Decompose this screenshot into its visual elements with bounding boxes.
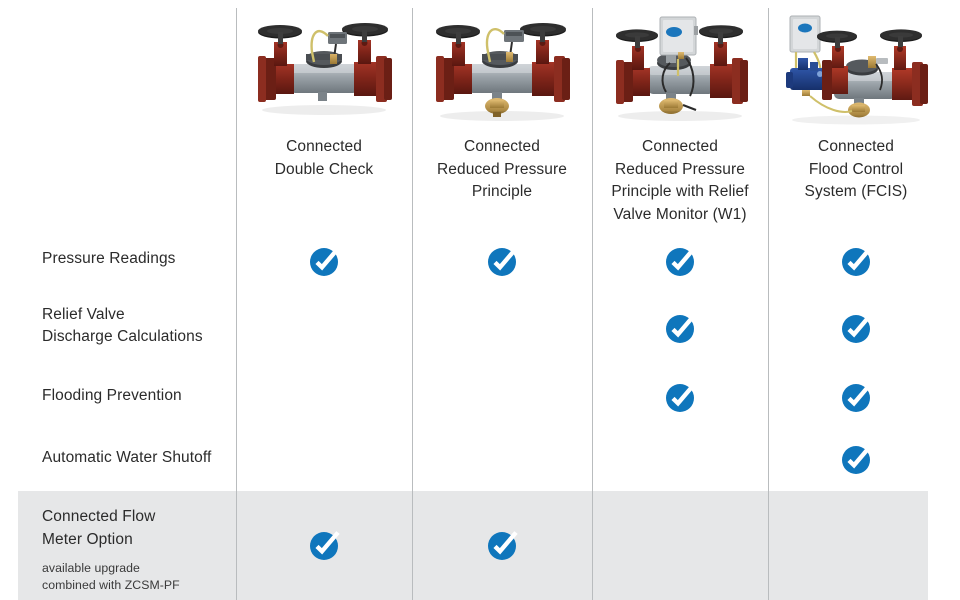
table-header-row: Connected Double Check Connected Reduced…	[0, 0, 960, 232]
feature-row-flooding-prevention: Flooding Prevention	[0, 363, 960, 433]
product-comparison-table: Connected Double Check Connected Reduced…	[0, 0, 960, 600]
check-circle-icon	[307, 245, 341, 279]
check-circle-icon	[485, 529, 519, 563]
cell-flooding-prevention-connected-flood-control-system-fcis	[768, 363, 944, 433]
feature-row-pressure-readings: Pressure Readings	[0, 226, 960, 296]
check-circle-icon	[663, 245, 697, 279]
option-title: Connected Flow Meter Option	[42, 508, 156, 548]
column-header-connected-reduced-pressure-principle[interactable]: Connected Reduced Pressure Principle	[412, 0, 592, 232]
column-header-label: Connected Reduced Pressure Principle	[437, 138, 567, 200]
cell-automatic-water-shutoff-connected-rpp-relief-valve-monitor-w1	[592, 424, 768, 494]
column-header-connected-double-check[interactable]: Connected Double Check	[236, 0, 412, 232]
comparison-grid: Connected Double Check Connected Reduced…	[0, 0, 960, 600]
cell-flooding-prevention-connected-rpp-relief-valve-monitor-w1	[592, 363, 768, 433]
cell-pressure-readings-connected-reduced-pressure-principle	[412, 226, 592, 296]
cell-pressure-readings-connected-flood-control-system-fcis	[768, 226, 944, 296]
cell-relief-valve-connected-reduced-pressure-principle	[412, 294, 592, 364]
connected-reduced-pressure-principle-product-photo	[422, 6, 582, 128]
connected-rpp-relief-valve-monitor-product-photo	[600, 6, 760, 128]
feature-label: Flooding Prevention	[42, 387, 182, 404]
feature-row-relief-valve-discharge-calculations: Relief Valve Discharge Calculations	[0, 294, 960, 364]
check-circle-icon	[839, 312, 873, 346]
check-circle-icon	[307, 529, 341, 563]
cell-pressure-readings-connected-double-check	[236, 226, 412, 296]
connected-double-check-product-photo	[244, 6, 404, 128]
check-circle-icon	[485, 245, 519, 279]
connected-flood-control-system-product-photo	[776, 6, 936, 128]
column-header-label: Connected Reduced Pressure Principle wit…	[611, 138, 749, 223]
cell-relief-valve-connected-flood-control-system-fcis	[768, 294, 944, 364]
cell-relief-valve-connected-double-check	[236, 294, 412, 364]
option-row-connected-flow-meter-option: Connected Flow Meter Option available up…	[0, 491, 960, 600]
check-circle-icon	[663, 381, 697, 415]
check-circle-icon	[663, 312, 697, 346]
cell-flow-meter-option-connected-rpp-relief-valve-monitor-w1	[592, 491, 768, 600]
column-header-label: Connected Double Check	[274, 138, 374, 178]
cell-flow-meter-option-connected-flood-control-system-fcis	[768, 491, 944, 600]
cell-automatic-water-shutoff-connected-flood-control-system-fcis	[768, 424, 944, 494]
cell-flooding-prevention-connected-reduced-pressure-principle	[412, 363, 592, 433]
column-header-label: Connected Flood Control System (FCIS)	[804, 138, 908, 200]
column-header-connected-rpp-relief-valve-monitor-w1[interactable]: Connected Reduced Pressure Principle wit…	[592, 0, 768, 232]
check-circle-icon	[839, 381, 873, 415]
feature-row-automatic-water-shutoff: Automatic Water Shutoff	[0, 424, 960, 494]
option-label-group: Connected Flow Meter Option available up…	[42, 505, 237, 593]
feature-label: Relief Valve Discharge Calculations	[42, 306, 203, 345]
cell-relief-valve-connected-rpp-relief-valve-monitor-w1	[592, 294, 768, 364]
column-header-connected-flood-control-system-fcis[interactable]: Connected Flood Control System (FCIS)	[768, 0, 944, 232]
cell-automatic-water-shutoff-connected-double-check	[236, 424, 412, 494]
cell-pressure-readings-connected-rpp-relief-valve-monitor-w1	[592, 226, 768, 296]
option-subtext: available upgrade combined with ZCSM-PF	[42, 561, 180, 592]
check-circle-icon	[839, 245, 873, 279]
feature-label: Automatic Water Shutoff	[42, 449, 212, 466]
cell-automatic-water-shutoff-connected-reduced-pressure-principle	[412, 424, 592, 494]
cell-flow-meter-option-connected-double-check	[236, 491, 412, 600]
cell-flooding-prevention-connected-double-check	[236, 363, 412, 433]
feature-label: Pressure Readings	[42, 250, 176, 267]
cell-flow-meter-option-connected-reduced-pressure-principle	[412, 491, 592, 600]
check-circle-icon	[839, 443, 873, 477]
